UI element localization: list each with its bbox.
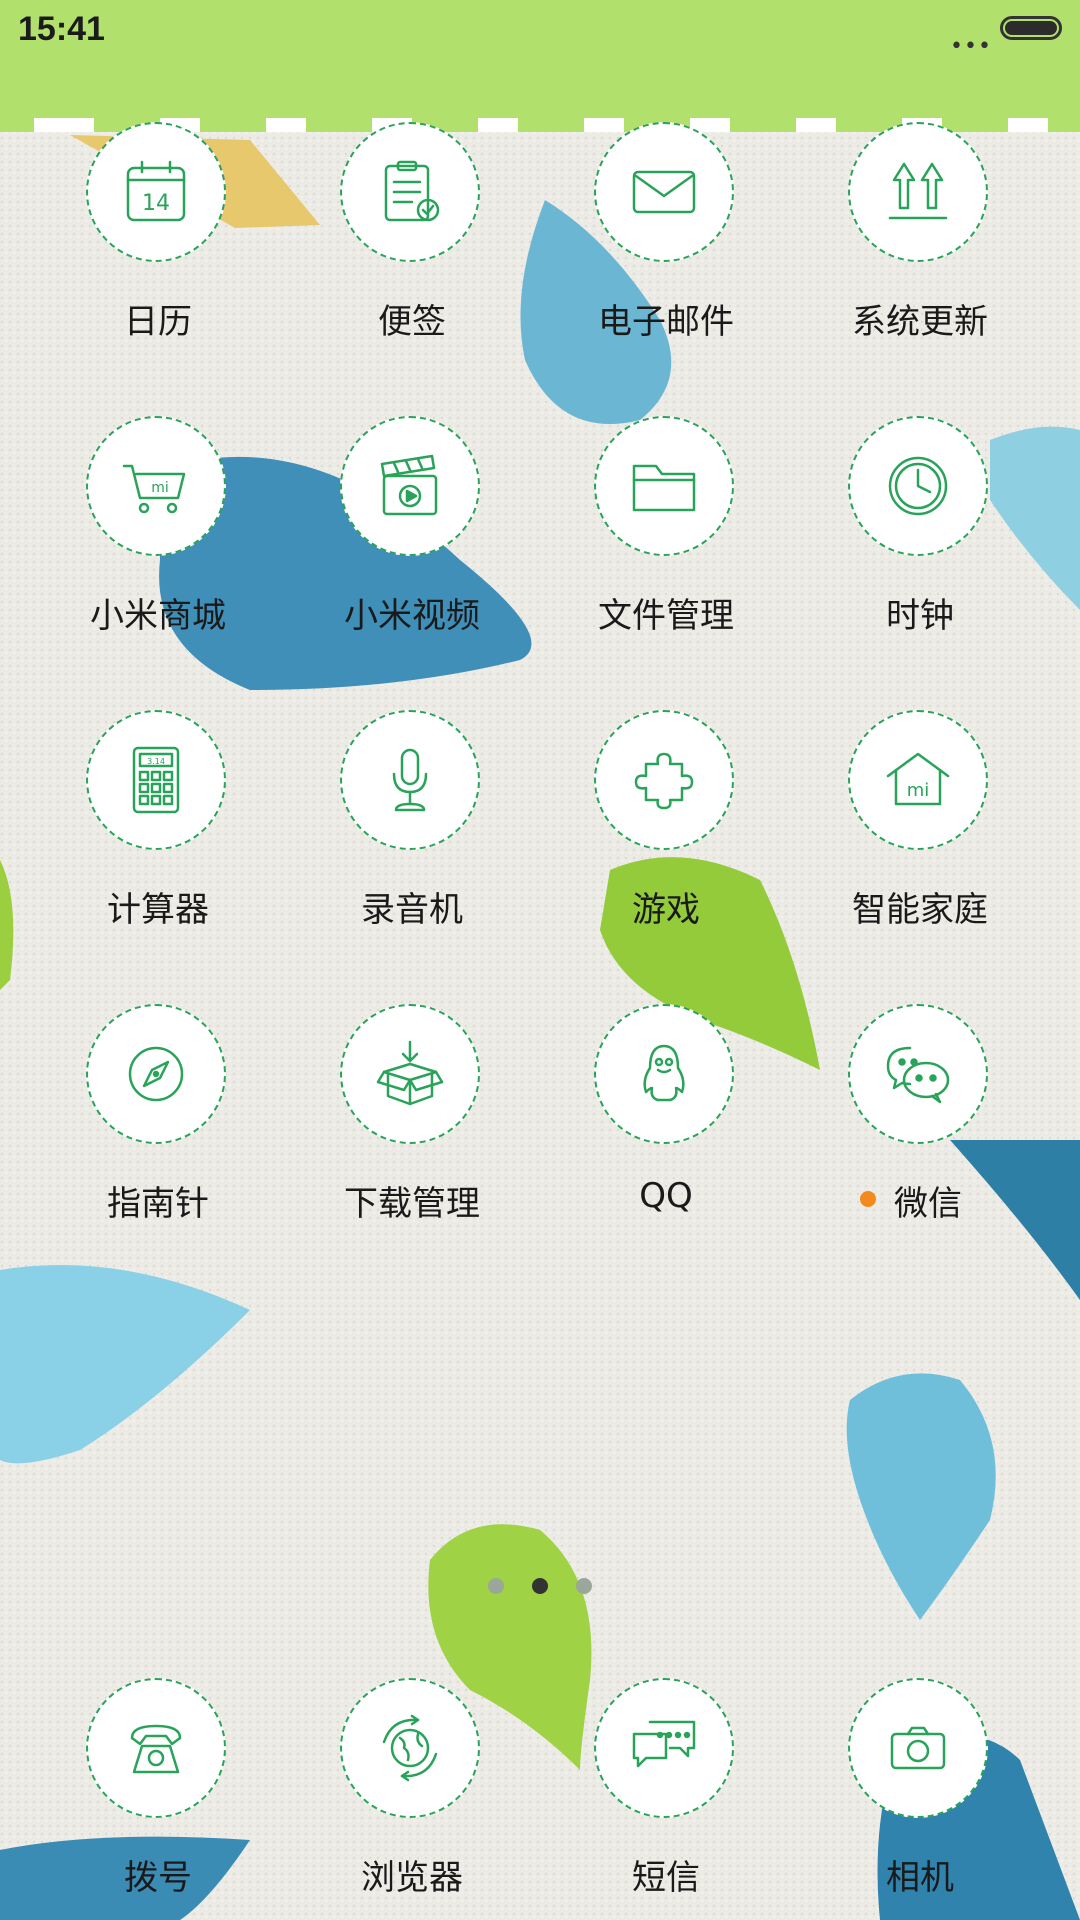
- app-label: 浏览器: [361, 1858, 463, 1898]
- app-recorder[interactable]: 录音机: [312, 710, 512, 940]
- app-qq[interactable]: QQ: [566, 1004, 766, 1234]
- app-label: 拨号: [124, 1858, 192, 1898]
- app-label: 下载管理: [344, 1184, 480, 1224]
- svg-text:mi: mi: [907, 780, 930, 801]
- signal-dots-icon: •••: [950, 34, 992, 59]
- wechat-icon: [848, 1004, 988, 1144]
- app-wechat[interactable]: 微信: [820, 1004, 1020, 1234]
- dock-browser[interactable]: 浏览器: [312, 1678, 512, 1908]
- phone-dialer-icon: [86, 1678, 226, 1818]
- qq-penguin-icon: [594, 1004, 734, 1144]
- app-label: 相机: [886, 1858, 954, 1898]
- app-mi-video[interactable]: 小米视频: [312, 416, 512, 646]
- app-label: 文件管理: [598, 596, 734, 636]
- camera-icon: [848, 1678, 988, 1818]
- shopping-cart-icon: mi: [86, 416, 226, 556]
- download-box-icon: [340, 1004, 480, 1144]
- app-smart-home[interactable]: mi 智能家庭: [820, 710, 1020, 940]
- dock-messages[interactable]: 短信: [566, 1678, 766, 1908]
- compass-icon: [86, 1004, 226, 1144]
- page-indicator[interactable]: [0, 1578, 1080, 1594]
- app-compass[interactable]: 指南针: [58, 1004, 258, 1234]
- app-notes[interactable]: 便签: [312, 122, 512, 352]
- email-envelope-icon: [594, 122, 734, 262]
- app-calendar[interactable]: 14 日历: [58, 122, 258, 352]
- messages-icon: [594, 1678, 734, 1818]
- system-update-arrows-icon: [848, 122, 988, 262]
- app-label: 小米视频: [344, 596, 480, 636]
- app-label: 电子邮件: [598, 302, 734, 342]
- microphone-icon: [340, 710, 480, 850]
- svg-text:14: 14: [142, 191, 170, 216]
- page-dot-2-active[interactable]: [532, 1578, 548, 1594]
- smart-home-icon: mi: [848, 710, 988, 850]
- app-label: 指南针: [107, 1184, 209, 1224]
- page-dot-1[interactable]: [488, 1578, 504, 1594]
- app-email[interactable]: 电子邮件: [566, 122, 766, 352]
- app-label: 时钟: [886, 596, 954, 636]
- calculator-icon: 3.14: [86, 710, 226, 850]
- app-label: 计算器: [107, 890, 209, 930]
- video-clapper-icon: [340, 416, 480, 556]
- status-bar: 15:41 •••: [0, 0, 1080, 132]
- app-label: 便签: [378, 302, 446, 342]
- page-dot-3[interactable]: [576, 1578, 592, 1594]
- app-label: 游戏: [632, 890, 700, 930]
- status-time: 15:41: [18, 10, 105, 48]
- app-mi-store[interactable]: mi 小米商城: [58, 416, 258, 646]
- app-label: 小米商城: [90, 596, 226, 636]
- app-system-update[interactable]: 系统更新: [820, 122, 1020, 352]
- folder-icon: [594, 416, 734, 556]
- app-games[interactable]: 游戏: [566, 710, 766, 940]
- svg-text:3.14: 3.14: [147, 757, 165, 766]
- notes-clipboard-icon: [340, 122, 480, 262]
- app-label: 微信: [894, 1184, 962, 1224]
- calendar-icon: 14: [86, 122, 226, 262]
- app-label: 系统更新: [852, 302, 988, 342]
- dock-phone[interactable]: 拨号: [58, 1678, 258, 1908]
- app-label: QQ: [639, 1176, 693, 1216]
- puzzle-piece-icon: [594, 710, 734, 850]
- app-label: 录音机: [361, 890, 463, 930]
- app-file-manager[interactable]: 文件管理: [566, 416, 766, 646]
- clock-icon: [848, 416, 988, 556]
- app-downloads[interactable]: 下载管理: [312, 1004, 512, 1234]
- battery-full-icon: [1000, 16, 1062, 40]
- browser-globe-icon: [340, 1678, 480, 1818]
- svg-text:mi: mi: [151, 480, 169, 496]
- app-label: 日历: [124, 302, 192, 342]
- app-clock[interactable]: 时钟: [820, 416, 1020, 646]
- app-calculator[interactable]: 3.14 计算器: [58, 710, 258, 940]
- app-label: 短信: [632, 1858, 700, 1898]
- dock-camera[interactable]: 相机: [820, 1678, 1020, 1908]
- app-label: 智能家庭: [852, 890, 988, 930]
